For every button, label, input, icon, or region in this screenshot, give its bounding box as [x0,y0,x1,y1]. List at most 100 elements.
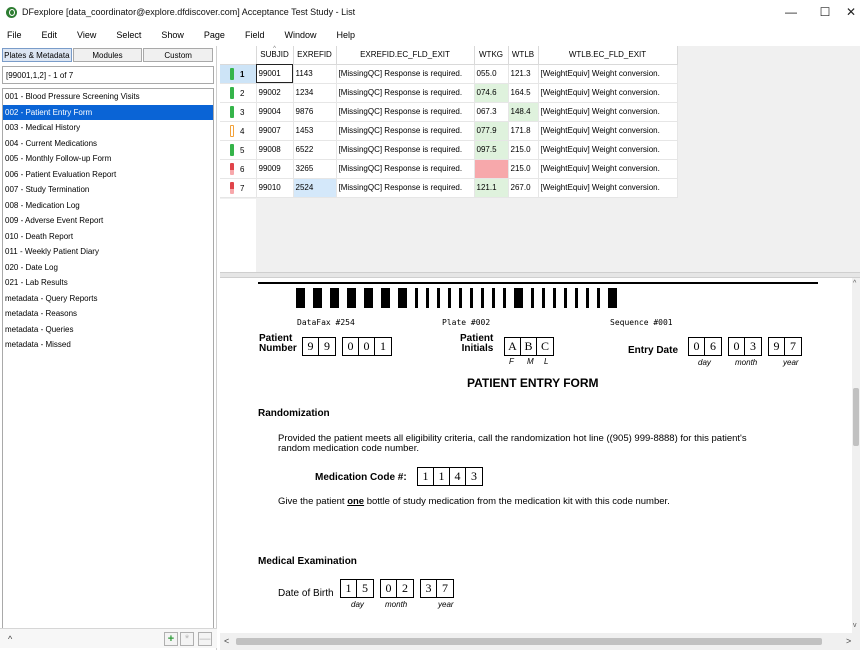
cell-wtkg[interactable]: 097.5 [474,140,509,160]
scroll-left-icon[interactable]: < [224,636,229,646]
plate-list-item[interactable]: 020 - Date Log [3,260,213,276]
table-row[interactable]: 7 99010 2524 [MissingQC] Response is requir… [220,178,678,198]
row-number-cell[interactable]: 3 [220,102,257,122]
horizontal-scroll-thumb[interactable] [236,638,822,645]
table-row[interactable]: 5 99008 6522 [MissingQC] Response is requir… [220,140,678,160]
cell-wtlb-ec[interactable]: [WeightEquiv] Weight conversion. [538,140,678,160]
cell-exrefid-ec[interactable]: [MissingQC] Response is required. [336,102,475,122]
menu-show[interactable]: Show [158,28,187,42]
menu-file[interactable]: File [4,28,25,42]
table-row[interactable]: 6 99009 3265 [MissingQC] Response is requir… [220,159,678,179]
medication-code-field[interactable]: 1 1 4 3 [417,467,489,486]
plate-list-item[interactable]: metadata - Missed [3,337,213,353]
tab-plates-metadata[interactable]: Plates & Metadata [2,48,72,62]
cell-subjid[interactable]: 99004 [256,102,294,122]
cell-exrefid[interactable]: 1453 [293,121,337,141]
menu-page[interactable]: Page [201,28,228,42]
plate-list-item[interactable]: 021 - Lab Results [3,275,213,291]
table-row[interactable]: 1 99001 1143 [MissingQC] Response is requir… [220,64,678,84]
menu-window[interactable]: Window [281,28,319,42]
cell-exrefid-ec[interactable]: [MissingQC] Response is required. [336,121,475,141]
row-number-cell[interactable]: 4 [220,121,257,141]
cell-exrefid[interactable]: 1234 [293,83,337,103]
cell-subjid[interactable]: 99001 [256,64,294,84]
patient-number-field[interactable]: 9 9 0 0 1 [302,337,398,356]
cell-wtlb-ec[interactable]: [WeightEquiv] Weight conversion. [538,83,678,103]
cell-wtkg[interactable] [474,159,509,179]
collapse-up-icon[interactable]: ^ [8,634,12,644]
cell-exrefid[interactable]: 3265 [293,159,337,179]
vertical-scrollbar[interactable]: ^ v [852,278,860,633]
col-wtlb-ec[interactable]: WTLB.EC_FLD_EXIT [538,46,678,65]
row-number-cell[interactable]: 2 [220,83,257,103]
menu-field[interactable]: Field [242,28,268,42]
col-wtlb[interactable]: WTLB [508,46,539,65]
remove-button[interactable]: — [198,632,212,646]
cell-wtkg[interactable]: 077.9 [474,121,509,141]
col-exrefid[interactable]: EXREFID [293,46,337,65]
patient-initials-field[interactable]: A B C [504,337,560,356]
minimize-button[interactable]: — [774,0,808,24]
add-button[interactable]: + [164,632,178,646]
cell-exrefid-ec[interactable]: [MissingQC] Response is required. [336,178,475,198]
cell-exrefid[interactable]: 1143 [293,64,337,84]
scroll-right-icon[interactable]: > [846,636,851,646]
entry-date-field[interactable]: 0 6 0 3 9 7 [688,337,808,356]
dob-field[interactable]: 1 5 0 2 3 7 [340,579,460,598]
table-row[interactable]: 2 99002 1234 [MissingQC] Response is requir… [220,83,678,103]
cell-wtlb[interactable]: 215.0 [508,140,539,160]
plate-list-item[interactable]: metadata - Queries [3,322,213,338]
cell-subjid[interactable]: 99007 [256,121,294,141]
cell-exrefid-ec[interactable]: [MissingQC] Response is required. [336,140,475,160]
plate-list-item[interactable]: metadata - Reasons [3,306,213,322]
row-number-cell[interactable]: 5 [220,140,257,160]
table-row[interactable]: 3 99004 9876 [MissingQC] Response is requir… [220,102,678,122]
plate-list-item[interactable]: 010 - Death Report [3,229,213,245]
row-number-cell[interactable]: 7 [220,178,257,198]
cell-wtkg[interactable]: 055.0 [474,64,509,84]
plate-list-item[interactable]: 007 - Study Termination [3,182,213,198]
cell-subjid[interactable]: 99010 [256,178,294,198]
menu-help[interactable]: Help [333,28,358,42]
cell-exrefid-ec[interactable]: [MissingQC] Response is required. [336,159,475,179]
star-button[interactable]: * [180,632,194,646]
plate-list-item[interactable]: 001 - Blood Pressure Screening Visits [3,89,213,105]
row-number-cell[interactable]: 6 [220,159,257,179]
scroll-down-icon[interactable]: v [853,622,857,629]
cell-exrefid[interactable]: 9876 [293,102,337,122]
menu-edit[interactable]: Edit [39,28,61,42]
cell-wtkg[interactable]: 121.1 [474,178,509,198]
cell-exrefid-ec[interactable]: [MissingQC] Response is required. [336,64,475,84]
scroll-up-icon[interactable]: ^ [853,280,856,287]
cell-wtlb-ec[interactable]: [WeightEquiv] Weight conversion. [538,121,678,141]
col-exrefid-ec[interactable]: EXREFID.EC_FLD_EXIT [336,46,475,65]
cell-subjid[interactable]: 99002 [256,83,294,103]
cell-wtlb[interactable]: 171.8 [508,121,539,141]
plate-list-item[interactable]: 006 - Patient Evaluation Report [3,167,213,183]
cell-wtlb[interactable]: 164.5 [508,83,539,103]
cell-wtlb[interactable]: 121.3 [508,64,539,84]
col-wtkg[interactable]: WTKG [474,46,509,65]
cell-wtlb-ec[interactable]: [WeightEquiv] Weight conversion. [538,178,678,198]
plate-list-item[interactable]: 002 - Patient Entry Form [3,104,213,120]
plate-list-item[interactable]: 003 - Medical History [3,120,213,136]
col-subjid[interactable]: ^ SUBJID [256,46,294,65]
plate-list-item[interactable]: 004 - Current Medications [3,136,213,152]
cell-wtlb-ec[interactable]: [WeightEquiv] Weight conversion. [538,102,678,122]
row-number-cell[interactable]: 1 [220,64,257,84]
cell-wtlb[interactable]: 148.4 [508,102,539,122]
cell-exrefid[interactable]: 6522 [293,140,337,160]
menu-view[interactable]: View [74,28,99,42]
cell-exrefid[interactable]: 2524 [293,178,337,198]
menu-select[interactable]: Select [113,28,144,42]
tab-custom[interactable]: Custom [143,48,214,62]
cell-subjid[interactable]: 99008 [256,140,294,160]
cell-wtlb[interactable]: 215.0 [508,159,539,179]
plate-list-item[interactable]: 005 - Monthly Follow-up Form [3,151,213,167]
cell-exrefid-ec[interactable]: [MissingQC] Response is required. [336,83,475,103]
cell-wtlb-ec[interactable]: [WeightEquiv] Weight conversion. [538,64,678,84]
cell-subjid[interactable]: 99009 [256,159,294,179]
cell-wtlb[interactable]: 267.0 [508,178,539,198]
plate-list-item[interactable]: 008 - Medication Log [3,198,213,214]
close-button[interactable]: ✕ [834,0,860,24]
